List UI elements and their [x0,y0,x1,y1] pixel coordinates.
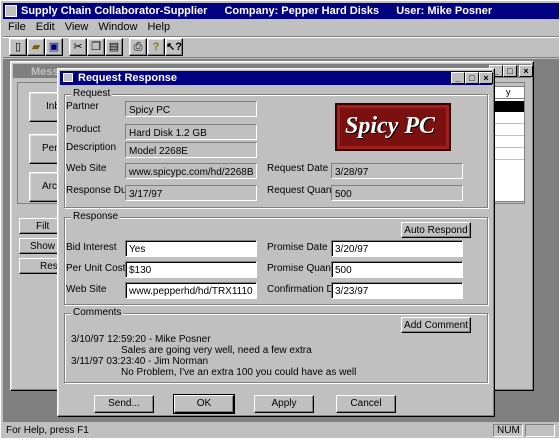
request-group: Request Partner Spicy PC Product Hard Di… [64,88,488,208]
app-title-bar[interactable]: Supply Chain Collaborator-Supplier Compa… [3,3,559,19]
ok-button[interactable]: OK [173,394,235,414]
auto-respond-button[interactable]: Auto Respond [401,222,471,238]
app-company: Company: Pepper Hard Disks [224,5,380,17]
partner-label: Partner [66,101,99,112]
request-response-dialog[interactable]: Request Response _ □ × Request Partner S… [57,68,495,417]
dialog-icon [63,73,73,82]
partner-field: Spicy PC [125,101,257,117]
response-due-field: 3/17/97 [125,185,257,201]
request-group-label: Request [71,88,113,99]
menu-bar: File Edit View Window Help [3,19,559,35]
request-quantity-field: 500 [331,185,463,201]
app-icon [5,5,17,17]
partner-logo: Spicy PC [335,103,451,151]
bid-interest-input[interactable]: Yes [125,240,257,257]
messages-close-button[interactable]: × [519,65,533,77]
status-empty-panel [525,424,555,437]
promise-date-input[interactable]: 3/20/97 [331,240,463,257]
status-num-panel: NUM [493,424,523,437]
dialog-title-bar[interactable]: Request Response [60,71,492,85]
promise-quantity-input[interactable]: 500 [331,261,463,278]
request-website-field: www.spicypc.com/hd/2268B [125,163,257,179]
menu-file[interactable]: File [3,19,31,35]
cut-icon[interactable]: ✂ [69,38,87,56]
response-group: Response Auto Respond Bid Interest Yes P… [64,211,488,305]
tab-archive-label: Arc [42,181,57,192]
confirmation-due-input[interactable]: 3/23/97 [331,282,463,299]
menu-edit[interactable]: Edit [31,19,60,35]
print-icon[interactable]: ⎙ [129,38,147,56]
comments-group: Comments Add Comment 3/10/97 12:59:20 - … [64,307,488,383]
comments-group-label: Comments [71,307,124,318]
messages-table-header-glyph: y [506,87,511,97]
menu-window[interactable]: Window [93,19,142,35]
app-user: User: Mike Posner [396,5,493,17]
cancel-button[interactable]: Cancel [336,395,396,413]
comment-body: Sales are going very well, need a few ex… [121,345,312,356]
copy-icon[interactable]: ❐ [87,38,105,56]
filter-button-label: Filt [36,221,50,232]
partner-logo-text: Spicy PC [345,113,435,139]
comment-header: 3/11/97 03:23:40 - Jim Norman [71,356,209,367]
comment-body: No Problem, I've an extra 100 you could … [121,367,357,378]
open-icon[interactable]: ▰ [27,38,45,56]
new-icon[interactable]: ▯ [9,38,27,56]
description-label: Description [66,142,117,153]
product-field: Hard Disk 1.2 GB [125,124,257,140]
request-website-label: Web Site [66,163,107,174]
response-website-label: Web Site [66,284,107,295]
dialog-maximize-button[interactable]: □ [465,72,479,84]
bid-interest-label: Bid Interest [66,242,117,253]
dialog-close-button[interactable]: × [479,72,493,84]
response-group-label: Response [71,211,121,222]
comment-header: 3/10/97 12:59:20 - Mike Posner [71,334,211,345]
comments-text[interactable]: 3/10/97 12:59:20 - Mike Posner Sales are… [71,334,481,380]
status-bar: For Help, press F1 NUM [3,423,559,438]
menu-view[interactable]: View [60,19,94,35]
help-icon[interactable]: ? [147,38,165,56]
description-field: Model 2268E [125,142,257,158]
response-website-input[interactable]: www.pepperhd/hd/TRX1110 [125,282,257,299]
app-window: Supply Chain Collaborator-Supplier Compa… [0,0,560,439]
request-date-label: Request Date [267,163,329,174]
dialog-minimize-button[interactable]: _ [451,72,465,84]
send-button[interactable]: Send... [94,395,154,413]
toolbar: ▯ ▰ ▣ ✂ ❐ ▤ ⎙ ? ↖? [3,36,559,58]
request-date-field: 3/28/97 [331,163,463,179]
response-due-label: Response Due [66,185,133,196]
save-icon[interactable]: ▣ [45,38,63,56]
app-title: Supply Chain Collaborator-Supplier [21,5,208,17]
product-label: Product [66,124,101,135]
dialog-title: Request Response [78,72,178,84]
messages-maximize-button[interactable]: □ [503,65,517,77]
add-comment-button[interactable]: Add Comment [401,317,471,333]
apply-button[interactable]: Apply [254,395,314,413]
per-unit-cost-label: Per Unit Cost [66,263,126,274]
status-help-text: For Help, press F1 [6,425,89,436]
menu-help[interactable]: Help [142,19,175,35]
per-unit-cost-input[interactable]: $130 [125,261,257,278]
paste-icon[interactable]: ▤ [105,38,123,56]
promise-date-label: Promise Date [267,242,328,253]
context-help-icon[interactable]: ↖? [165,38,183,56]
